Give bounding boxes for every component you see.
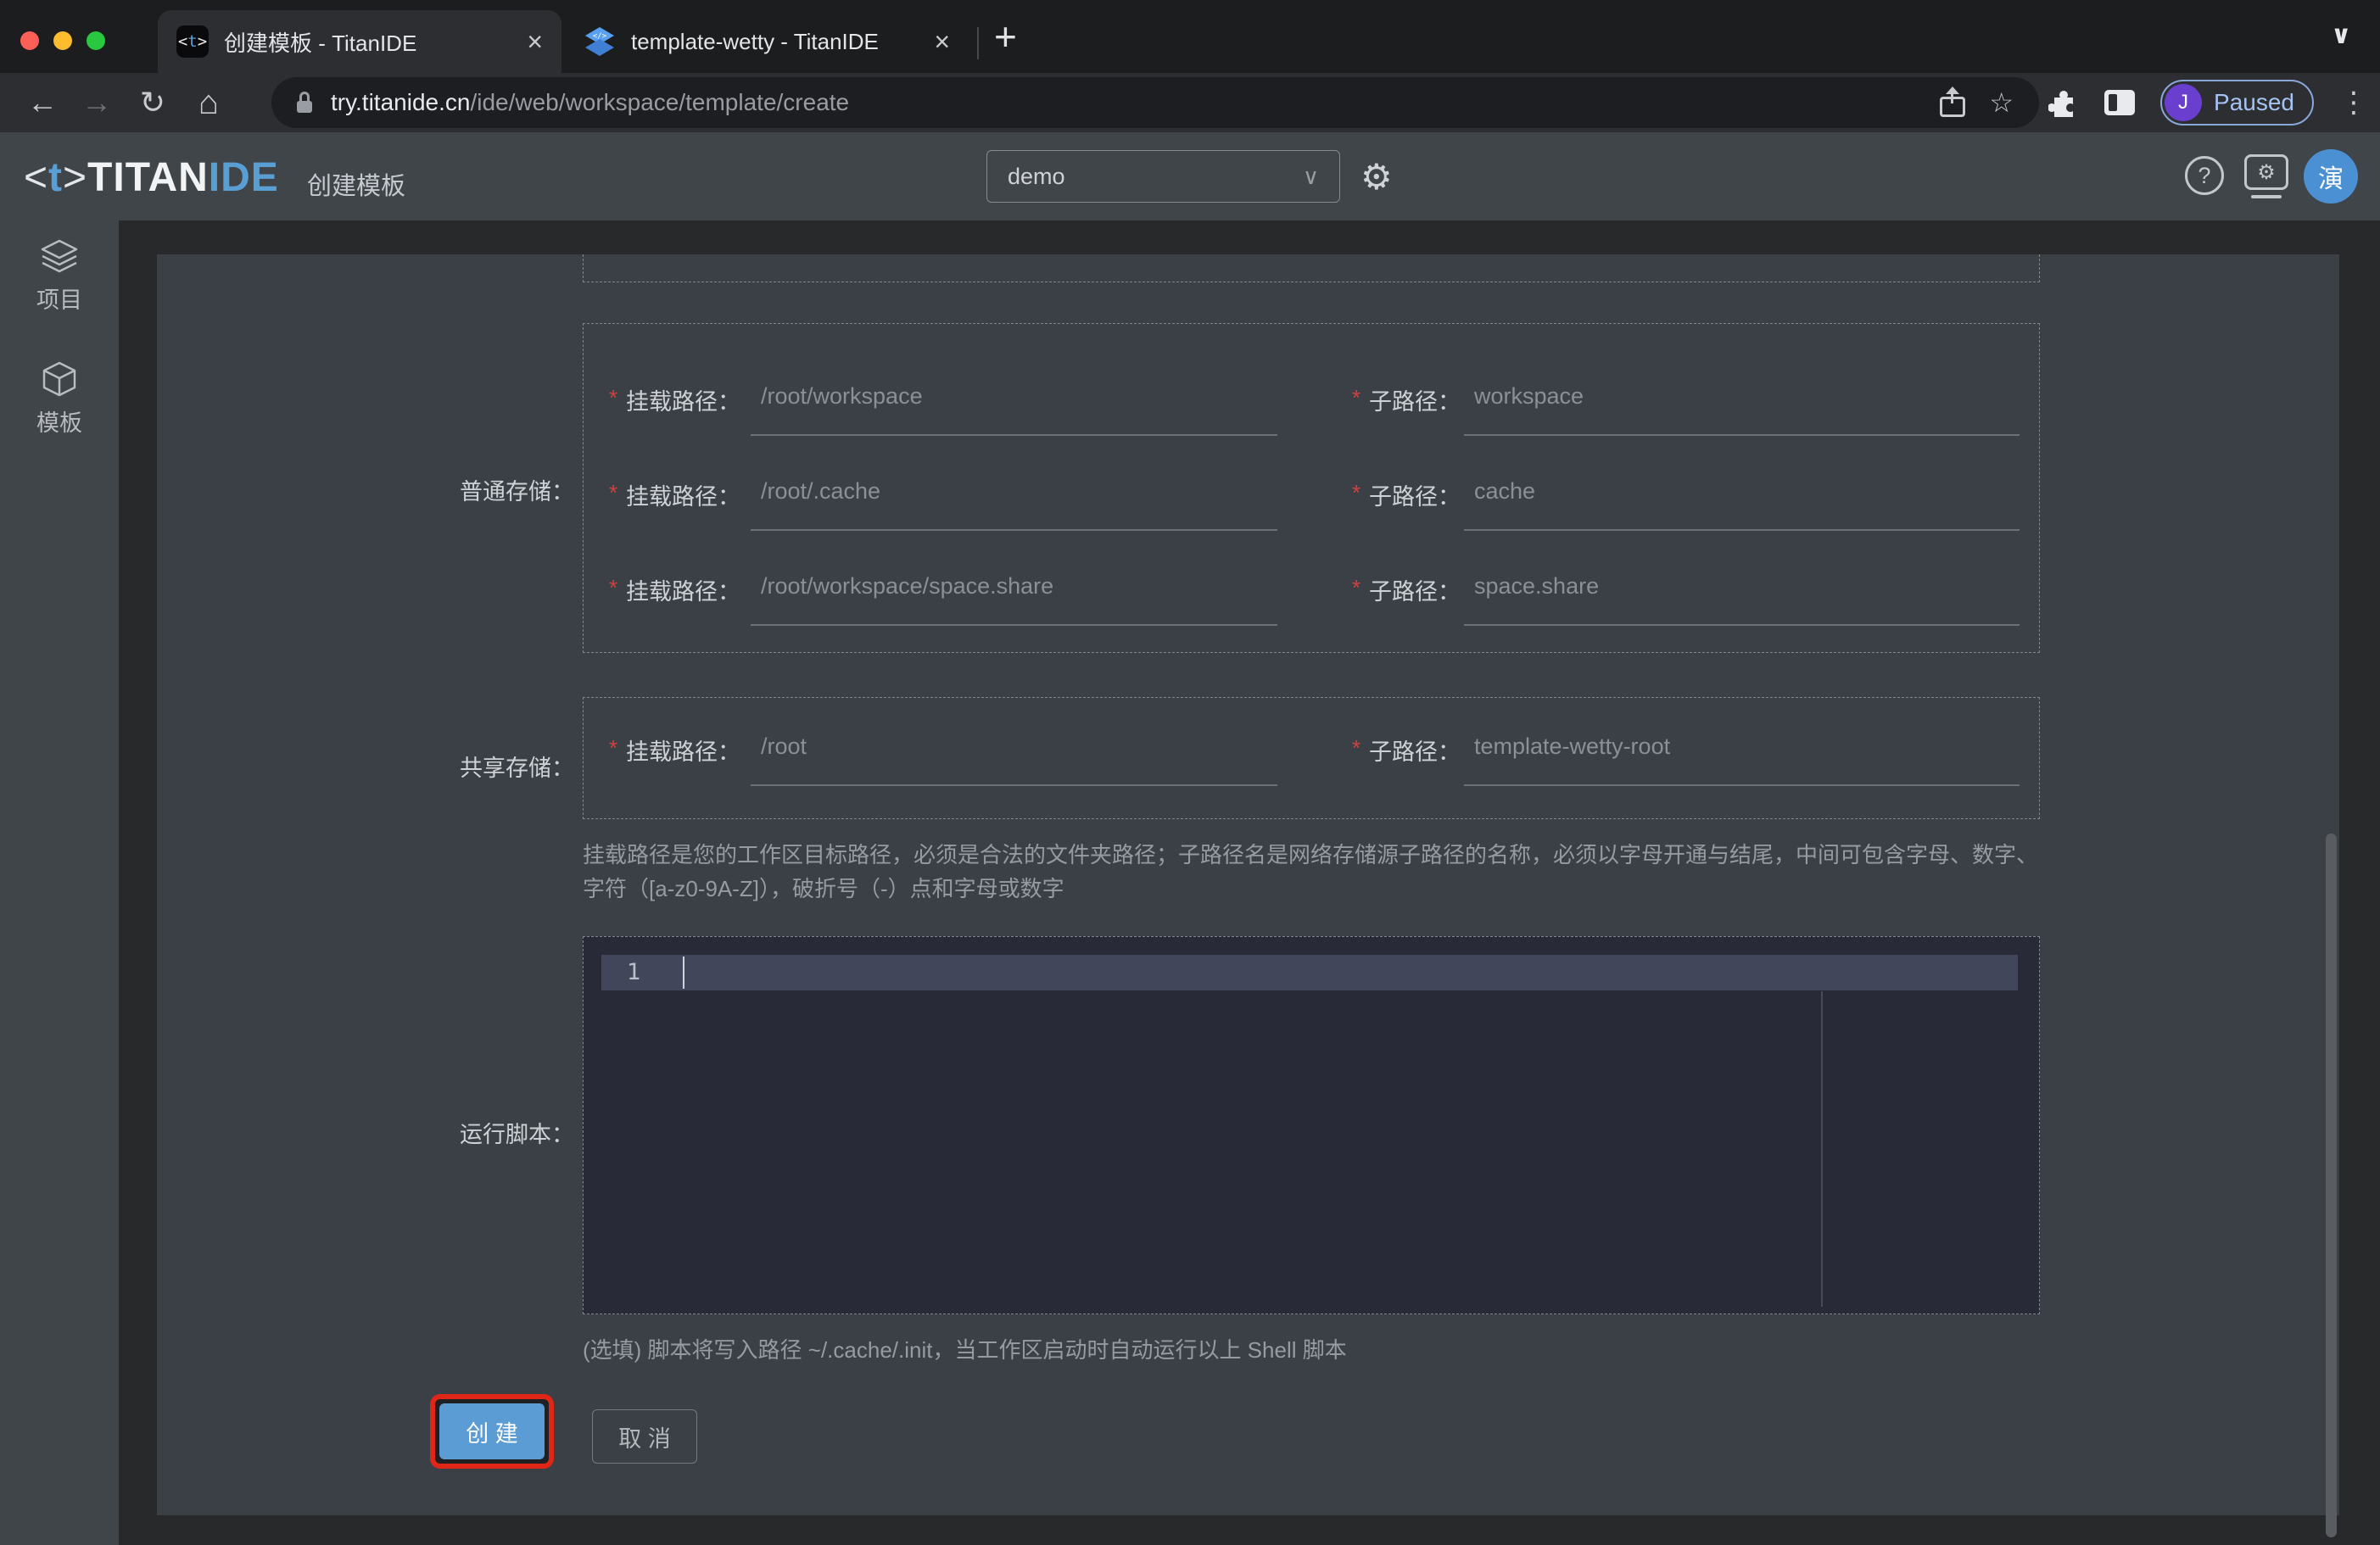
sidebar-item-label: 项目 [36, 287, 82, 313]
browser-menu-icon[interactable]: ⋮ [2339, 86, 2368, 120]
create-template-form: 普通存储： * 挂载路径： /root/workspace * 子路径： wor… [157, 254, 2339, 1515]
sidebar-item-projects[interactable]: 项目 [36, 236, 82, 315]
cancel-button[interactable]: 取 消 [592, 1409, 697, 1464]
storage-row: * 挂载路径： /root * 子路径： template-wetty-root [584, 732, 2039, 786]
system-settings-icon[interactable]: ⚙ [2244, 154, 2288, 198]
close-window-button[interactable] [20, 31, 39, 50]
bookmark-star-icon[interactable]: ☆ [1989, 86, 2014, 119]
workspace-select-value: demo [1008, 163, 1065, 189]
fullscreen-window-button[interactable] [87, 31, 105, 50]
new-tab-button[interactable]: + [994, 14, 1017, 59]
forward-button[interactable]: → [73, 73, 120, 132]
user-avatar[interactable]: 演 [2304, 149, 2358, 204]
mount-path-input[interactable]: /root/workspace [751, 382, 1277, 436]
browser-titlebar: < t > 创建模板 - TitanIDE × </> template-wetty… [0, 0, 2380, 73]
help-icon[interactable]: ? [2185, 156, 2224, 195]
mount-path-label: 挂载路径： [626, 579, 740, 605]
minimize-window-button[interactable] [53, 31, 72, 50]
sub-path-input[interactable]: template-wetty-root [1464, 732, 2020, 786]
profile-avatar: J [2165, 84, 2203, 121]
script-code-editor[interactable]: 1 [583, 936, 2040, 1314]
tab-title: template-wetty - TitanIDE [631, 28, 879, 54]
profile-pill[interactable]: J Paused [2160, 80, 2314, 125]
close-tab-icon[interactable]: × [934, 28, 950, 55]
tab-title: 创建模板 - TitanIDE [224, 30, 417, 56]
close-tab-icon[interactable]: × [527, 28, 543, 55]
reload-button[interactable]: ↻ [129, 73, 176, 132]
run-script-label: 运行脚本： [460, 1122, 574, 1147]
sidebar-item-templates[interactable]: 模板 [36, 359, 82, 438]
tab-search-chevron-icon[interactable]: ∨ [2331, 20, 2351, 50]
storage-row: * 挂载路径： /root/.cache * 子路径： cache [584, 477, 2039, 531]
main-content: 普通存储： * 挂载路径： /root/workspace * 子路径： wor… [119, 220, 2380, 1545]
text-cursor [683, 957, 684, 989]
sub-path-label: 子路径： [1369, 484, 1461, 510]
settings-gear-icon[interactable]: ⚙ [1360, 156, 1393, 198]
mount-path-input[interactable]: /root [751, 732, 1277, 786]
sub-path-input[interactable]: cache [1464, 477, 2020, 531]
sidebar-item-label: 模板 [36, 410, 82, 436]
required-marker: * [1352, 480, 1361, 505]
home-button[interactable]: ⌂ [185, 73, 232, 132]
svg-text:</>: </> [593, 32, 607, 41]
address-bar[interactable]: try.titanide.cn/ide/web/workspace/templa… [271, 77, 2039, 128]
shared-storage-group: * 挂载路径： /root * 子路径： template-wetty-root [583, 697, 2040, 819]
sub-path-label: 子路径： [1369, 739, 1461, 765]
editor-column-ruler [1821, 991, 1823, 1307]
create-button-highlight-ring: 创 建 [430, 1394, 554, 1469]
titanide-favicon: < t > [176, 25, 209, 58]
scrolled-form-group [583, 254, 2040, 282]
line-number: 1 [626, 959, 641, 985]
cube-icon [42, 361, 76, 397]
required-marker: * [1352, 735, 1361, 761]
required-marker: * [1352, 385, 1361, 410]
back-button[interactable]: ← [19, 73, 66, 132]
page-title: 创建模板 [307, 173, 406, 200]
chevron-down-icon: ∨ [1302, 163, 1319, 189]
titanide-logo[interactable]: <t>TITANIDE [24, 154, 279, 201]
workspace-favicon: </> [585, 27, 614, 56]
mount-path-label: 挂载路径： [626, 389, 740, 415]
mount-path-label: 挂载路径： [626, 739, 740, 765]
required-marker: * [609, 385, 618, 410]
url-host: try.titanide.cn [331, 89, 471, 115]
path-help-text: 挂载路径是您的工作区目标路径，必须是合法的文件夹路径；子路径名是网络存储源子路径… [583, 842, 2039, 901]
workspace-select[interactable]: demo ∨ [986, 150, 1340, 203]
storage-row: * 挂载路径： /root/workspace * 子路径： workspace [584, 382, 2039, 436]
url-path: /ide/web/workspace/template/create [470, 89, 850, 115]
required-marker: * [609, 735, 618, 761]
mount-path-input[interactable]: /root/workspace/space.share [751, 572, 1277, 626]
macos-traffic-lights[interactable] [20, 31, 105, 50]
create-button[interactable]: 创 建 [439, 1403, 545, 1459]
required-marker: * [1352, 575, 1361, 600]
mount-path-input[interactable]: /root/.cache [751, 477, 1277, 531]
app-header: <t>TITANIDE 创建模板 demo ∨ ⚙ ? ⚙ 演 [0, 132, 2380, 220]
script-help-text: (选填) 脚本将写入路径 ~/.cache/.init，当工作区启动时自动运行以… [583, 1337, 1347, 1363]
tab-create-template[interactable]: < t > 创建模板 - TitanIDE × [158, 10, 561, 73]
extensions-puzzle-icon[interactable] [2048, 87, 2079, 118]
shared-storage-label: 共享存储： [460, 756, 574, 781]
profile-status: Paused [2214, 89, 2294, 115]
normal-storage-label: 普通存储： [460, 479, 574, 505]
layers-icon [41, 239, 78, 273]
side-panel-icon[interactable] [2104, 90, 2136, 115]
storage-row: * 挂载路径： /root/workspace/space.share * 子路… [584, 572, 2039, 626]
browser-toolbar: ← → ↻ ⌂ try.titanide.cn/ide/web/workspac… [0, 73, 2380, 132]
sidebar: 项目 模板 [0, 220, 119, 1545]
scrollbar-thumb[interactable] [2326, 834, 2337, 1537]
editor-current-line[interactable]: 1 [601, 955, 2018, 990]
sub-path-label: 子路径： [1369, 389, 1461, 415]
tab-template-wetty[interactable]: </> template-wetty - TitanIDE × [565, 10, 969, 73]
sub-path-input[interactable]: space.share [1464, 572, 2020, 626]
normal-storage-group: * 挂载路径： /root/workspace * 子路径： workspace… [583, 323, 2040, 653]
share-icon[interactable] [1940, 86, 1966, 117]
mount-path-label: 挂载路径： [626, 484, 740, 510]
required-marker: * [609, 480, 618, 505]
sub-path-label: 子路径： [1369, 579, 1461, 605]
sub-path-input[interactable]: workspace [1464, 382, 2020, 436]
lock-icon[interactable] [297, 92, 312, 114]
required-marker: * [609, 575, 618, 600]
tab-divider [977, 27, 979, 59]
